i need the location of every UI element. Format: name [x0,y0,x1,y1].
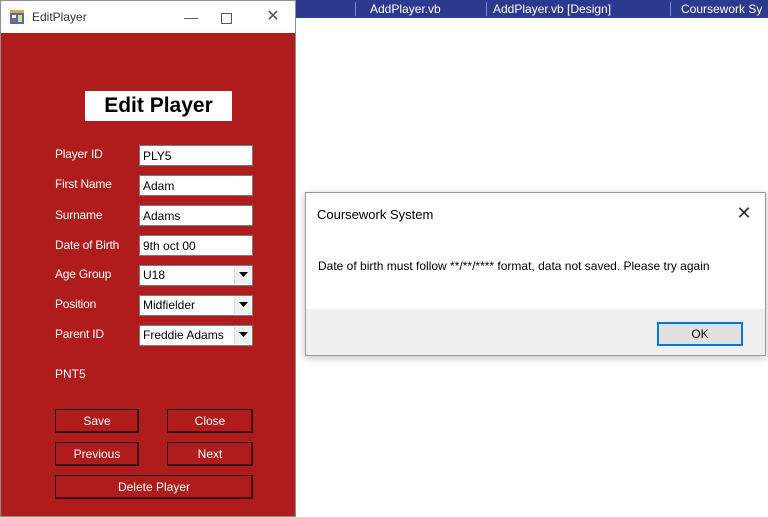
position-value: Midfielder [143,298,196,312]
age-group-label: Age Group [55,267,112,281]
next-button[interactable]: Next [167,442,253,466]
tab-separator [355,2,356,16]
dropdown-arrow-icon[interactable] [234,327,251,344]
parent-id-display: PNT5 [55,367,86,381]
player-id-input[interactable] [139,145,253,166]
minimize-button[interactable]: — [171,1,211,33]
form-icon [10,10,24,24]
tab-addplayer-vb[interactable]: AddPlayer.vb [370,0,480,18]
date-of-birth-label: Date of Birth [55,238,120,252]
save-button[interactable]: Save [55,409,139,433]
tab-separator [670,2,671,16]
window-close-button[interactable]: ✕ [253,1,293,33]
dropdown-arrow-icon[interactable] [234,267,251,284]
message-dialog: Coursework System ✕ Date of birth must f… [305,192,766,356]
previous-button[interactable]: Previous [55,442,139,466]
tab-coursework-system[interactable]: Coursework Sy [681,0,768,18]
first-name-label: First Name [55,177,112,191]
position-select[interactable]: Midfielder [139,295,253,316]
age-group-value: U18 [143,268,166,282]
maximize-icon [220,12,232,24]
dropdown-arrow-icon[interactable] [234,297,251,314]
maximize-button[interactable] [206,1,246,33]
tab-addplayer-design[interactable]: AddPlayer.vb [Design] [493,0,663,18]
age-group-select[interactable]: U18 [139,265,253,286]
close-button[interactable]: Close [167,409,253,433]
dialog-message: Date of birth must follow **/**/**** for… [318,259,710,273]
surname-label: Surname [55,208,103,222]
form-heading: Edit Player [85,91,232,121]
dialog-title: Coursework System [317,207,434,222]
delete-player-button[interactable]: Delete Player [55,475,253,499]
surname-input[interactable] [139,205,253,226]
edit-player-window: EditPlayer — ✕ Edit Player Player ID Fir… [0,0,296,517]
ok-button[interactable]: OK [657,322,743,346]
dialog-footer: OK [306,309,765,355]
window-title: EditPlayer [32,10,87,24]
first-name-input[interactable] [139,175,253,196]
position-label: Position [55,297,97,311]
dialog-close-button[interactable]: ✕ [730,199,758,227]
player-id-label: Player ID [55,147,103,161]
parent-id-value: Freddie Adams [143,328,224,342]
window-titlebar[interactable]: EditPlayer — ✕ [1,1,295,33]
parent-id-select[interactable]: Freddie Adams [139,325,253,346]
tab-separator [486,2,487,16]
date-of-birth-input[interactable] [139,235,253,256]
parent-id-label: Parent ID [55,327,104,341]
